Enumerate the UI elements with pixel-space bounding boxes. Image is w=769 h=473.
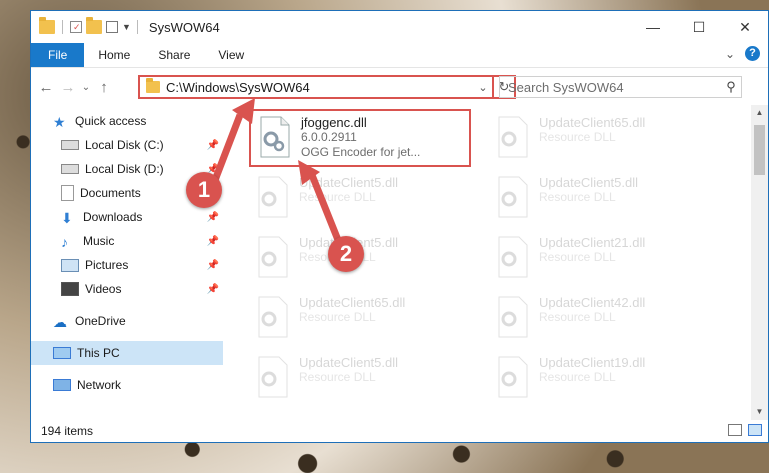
star-icon: ★ (53, 114, 66, 130)
pin-icon: 📌 (206, 259, 219, 271)
close-button[interactable]: ✕ (722, 11, 768, 43)
quick-access-toolbar: ✓ ▼ (31, 17, 131, 34)
maximize-button[interactable]: ☐ (676, 11, 722, 43)
dll-file-icon (255, 295, 291, 339)
file-item[interactable]: UpdateClient65.dll Resource DLL (249, 291, 477, 347)
tiles-view-icon[interactable] (748, 424, 762, 436)
file-description: OGG Encoder for jet... (301, 145, 421, 159)
dll-file-icon (255, 355, 291, 399)
search-input[interactable]: Search SysWOW64 (508, 80, 721, 95)
sidebar-item-music[interactable]: ♪ Music 📌 (31, 229, 223, 253)
file-item[interactable]: UpdateClient65.dll Resource DLL (489, 111, 717, 167)
new-folder-icon[interactable] (86, 17, 102, 34)
sidebar-item-this-pc[interactable]: This PC (31, 341, 223, 365)
dll-file-icon (255, 235, 291, 279)
forward-button[interactable]: → (57, 79, 79, 96)
file-list: jfoggenc.dll 6.0.0.2911 OGG Encoder for … (223, 105, 768, 420)
sidebar-item-quick-access[interactable]: ★ Quick access (31, 109, 223, 133)
properties-icon[interactable]: ✓ (70, 21, 82, 33)
folder-icon (39, 17, 55, 34)
file-item[interactable]: UpdateClient5.dllResource DLL (249, 171, 477, 227)
dll-file-icon (257, 115, 293, 159)
pin-icon: 📌 (206, 235, 219, 247)
address-bar[interactable]: C:\Windows\SysWOW64 ⌄ (138, 75, 494, 99)
dll-file-icon (495, 175, 531, 219)
drive-icon (61, 164, 79, 174)
explorer-window: ✓ ▼ SysWOW64 — ☐ ✕ File Home Share View … (30, 10, 769, 443)
minimize-button[interactable]: — (630, 11, 676, 43)
sidebar-item-local-disk-c[interactable]: Local Disk (C:) 📌 (31, 133, 223, 157)
item-count: 194 items (41, 424, 94, 438)
window-title: SysWOW64 (148, 19, 220, 35)
search-icon[interactable]: ⚲ (721, 79, 741, 95)
tab-share[interactable]: Share (144, 43, 204, 67)
back-button[interactable]: ← (35, 79, 57, 96)
toolbar-dropdown-icon[interactable]: ▼ (122, 22, 131, 32)
ribbon-tabs: File Home Share View ⌄ ? (31, 43, 768, 68)
scroll-thumb[interactable] (754, 125, 765, 175)
file-item[interactable]: UpdateClient5.dllResource DLL (249, 351, 477, 407)
pictures-icon (61, 258, 79, 272)
file-item[interactable]: UpdateClient5.dllResource DLL (489, 171, 717, 227)
dll-file-icon (495, 235, 531, 279)
sidebar-item-pictures[interactable]: Pictures 📌 (31, 253, 223, 277)
navigation-bar: ← → ⌄ ↑ C:\Windows\SysWOW64 ⌄ ↻ Search S… (31, 68, 768, 106)
sidebar-item-onedrive[interactable]: ☁ OneDrive (31, 309, 223, 333)
vertical-scrollbar[interactable]: ▲ ▼ (751, 105, 768, 420)
dll-file-icon (255, 175, 291, 219)
address-dropdown-icon[interactable]: ⌄ (474, 81, 492, 94)
tab-view[interactable]: View (204, 43, 258, 67)
drive-icon (61, 140, 79, 150)
callout-2: 2 (328, 236, 364, 272)
pin-icon: 📌 (206, 211, 219, 223)
scroll-down-icon[interactable]: ▼ (751, 404, 768, 420)
file-item-jfoggenc[interactable]: jfoggenc.dll 6.0.0.2911 OGG Encoder for … (249, 109, 471, 167)
sidebar-item-videos[interactable]: Videos 📌 (31, 277, 223, 301)
dll-file-icon (495, 295, 531, 339)
videos-icon (61, 282, 79, 296)
search-box[interactable]: Search SysWOW64 ⚲ (499, 76, 742, 98)
folder-icon (146, 78, 160, 93)
network-icon (53, 379, 71, 391)
up-button[interactable]: ↑ (93, 79, 115, 96)
documents-icon (61, 185, 74, 201)
expand-ribbon-icon[interactable]: ⌄ (725, 47, 735, 61)
file-item[interactable]: UpdateClient42.dll Resource DLL (489, 291, 717, 347)
details-view-icon[interactable] (728, 424, 742, 436)
file-version: 6.0.0.2911 (301, 130, 357, 144)
recent-locations-button[interactable]: ⌄ (79, 82, 93, 93)
address-text[interactable]: C:\Windows\SysWOW64 (166, 80, 474, 95)
onedrive-icon: ☁ (53, 314, 67, 330)
navigation-pane: ★ Quick access Local Disk (C:) 📌 Local D… (31, 105, 223, 420)
status-bar: 194 items (31, 420, 768, 442)
tab-home[interactable]: Home (84, 43, 144, 67)
sidebar-item-network[interactable]: Network (31, 373, 223, 397)
dll-file-icon (495, 355, 531, 399)
title-bar: ✓ ▼ SysWOW64 — ☐ ✕ (31, 11, 768, 43)
customize-toolbar-icon[interactable] (106, 21, 118, 33)
scroll-up-icon[interactable]: ▲ (751, 105, 768, 121)
file-item[interactable]: UpdateClient19.dll Resource DLL (489, 351, 717, 407)
dll-file-icon (495, 115, 531, 159)
sidebar-item-downloads[interactable]: ⬇ Downloads 📌 (31, 205, 223, 229)
pc-icon (53, 347, 71, 359)
pin-icon: 📌 (206, 139, 219, 151)
tab-file[interactable]: File (31, 43, 85, 67)
file-item[interactable]: UpdateClient21.dll Resource DLL (489, 231, 717, 287)
downloads-icon: ⬇ (61, 210, 73, 226)
help-icon[interactable]: ? (745, 46, 760, 61)
file-name: jfoggenc.dll (301, 115, 367, 130)
music-icon: ♪ (61, 234, 68, 250)
callout-1: 1 (186, 172, 222, 208)
main-body: ★ Quick access Local Disk (C:) 📌 Local D… (31, 105, 768, 420)
window-controls: — ☐ ✕ (630, 11, 768, 43)
pin-icon: 📌 (206, 283, 219, 295)
